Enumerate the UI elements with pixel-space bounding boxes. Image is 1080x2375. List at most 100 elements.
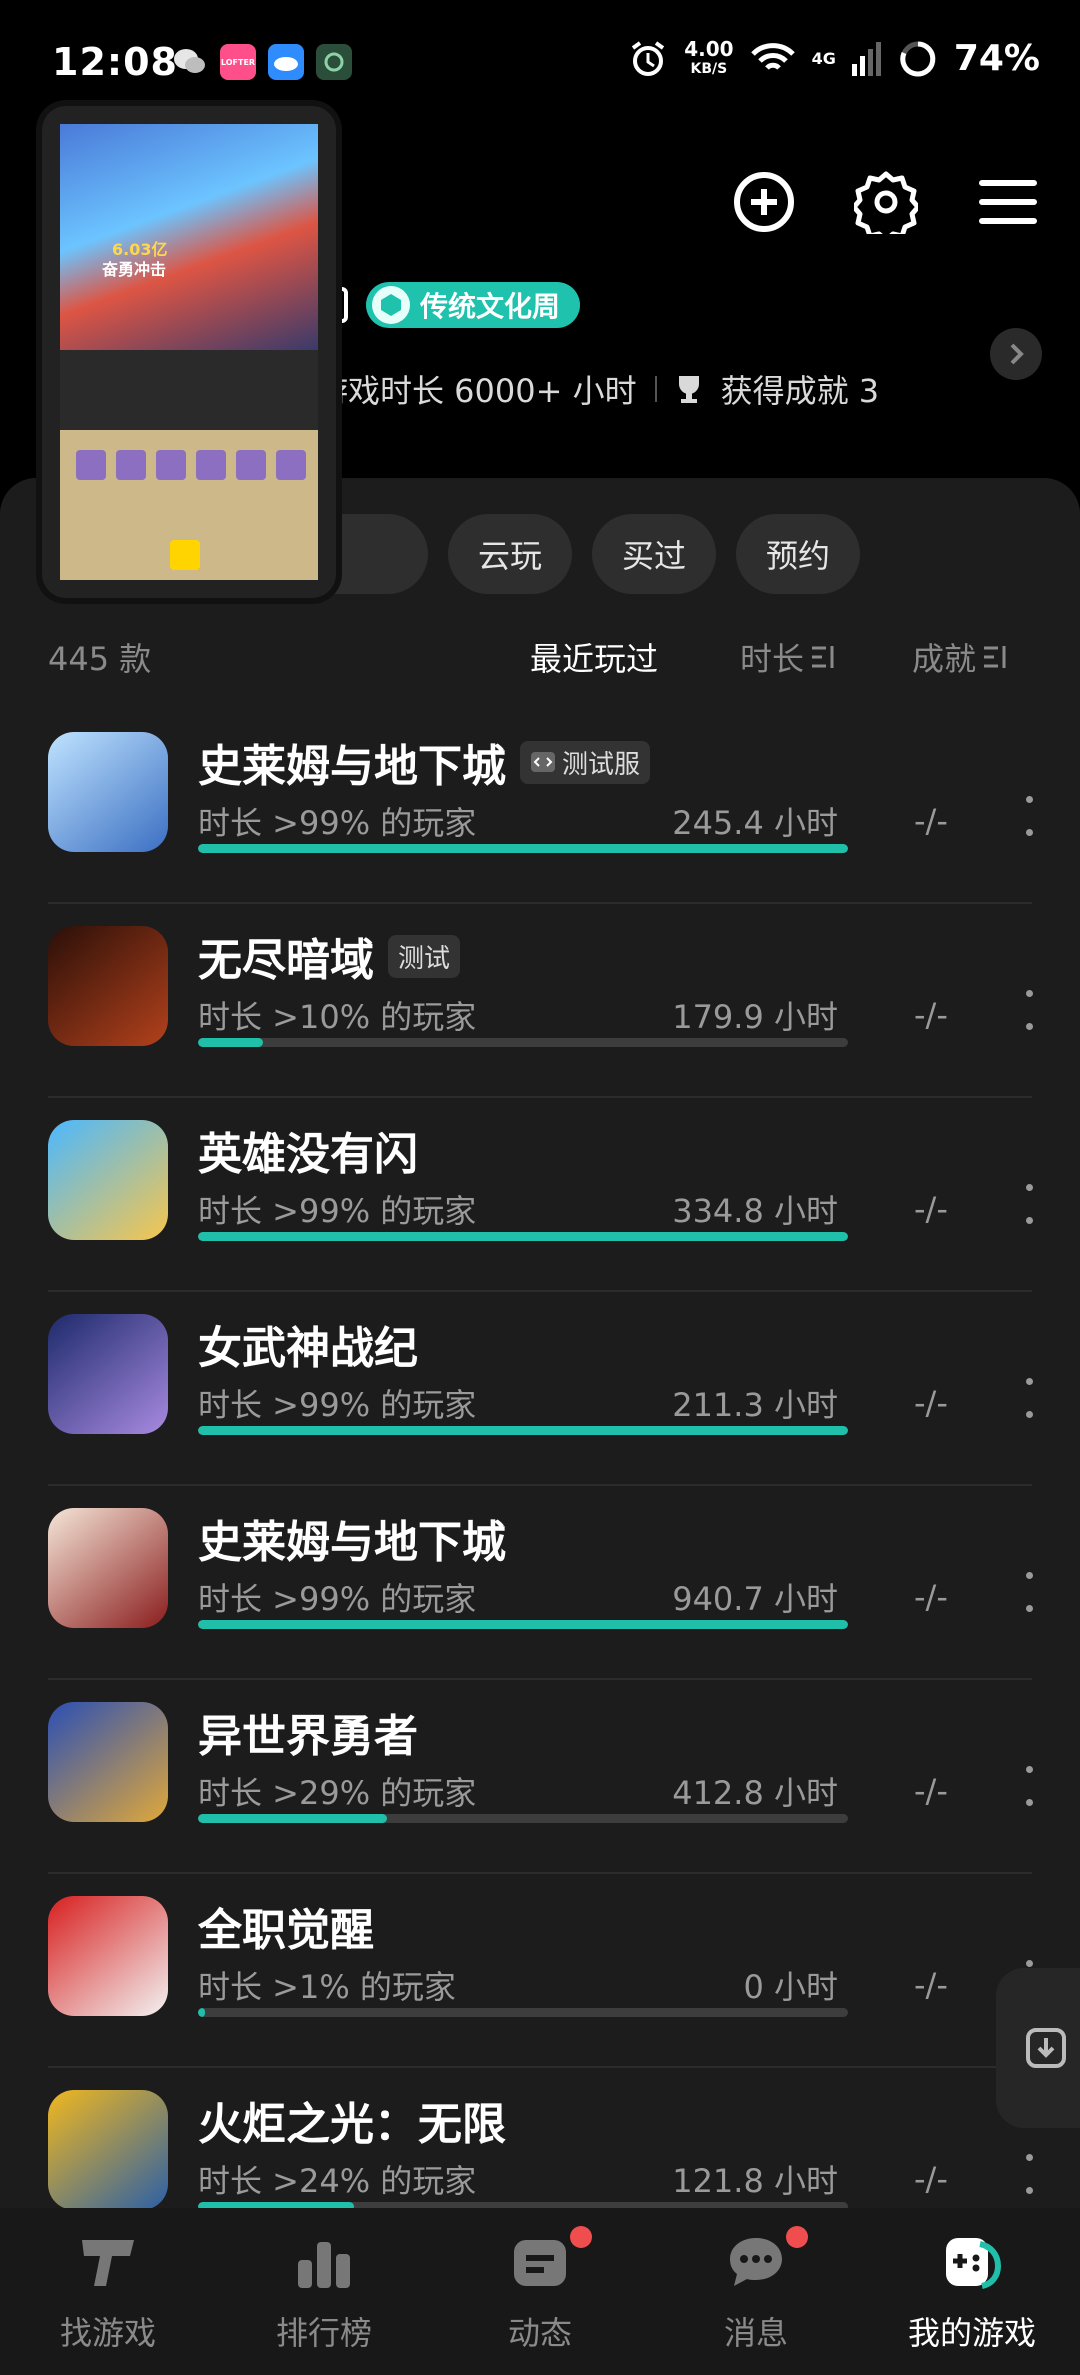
chevron-right-icon [1010, 343, 1024, 365]
game-row[interactable]: 英雄没有闪 时长 >99% 的玩家 334.8 小时 -/- [48, 1098, 1034, 1292]
nav-messages[interactable]: 消息 [648, 2208, 864, 2375]
achievement-progress: -/- [914, 2160, 948, 2198]
culture-badge-label: 传统文化周 [420, 290, 561, 323]
game-icon[interactable] [48, 1896, 168, 2016]
game-row[interactable]: 女武神战纪 时长 >99% 的玩家 211.3 小时 -/- [48, 1292, 1034, 1486]
playtime-hours: 940.7 小时 [672, 1580, 838, 1618]
more-options-button[interactable] [1024, 990, 1034, 1030]
side-download-button[interactable] [996, 1968, 1080, 2128]
achievement-stat: 获得成就 3 [720, 372, 880, 410]
network-speed: 4.00 KB/S [684, 36, 734, 77]
settings-button[interactable] [854, 170, 918, 234]
playtime-rank: 时长 >29% 的玩家 [198, 1774, 477, 1812]
add-game-button[interactable] [732, 170, 796, 234]
pip-damage: 6.03亿 [112, 240, 168, 259]
game-row[interactable]: 史莱姆与地下城 测试服 时长 >99% 的玩家 245.4 小时 -/- [48, 710, 1034, 904]
header-actions [732, 170, 1040, 234]
culture-week-badge[interactable]: 传统文化周 [366, 282, 581, 328]
nav-find-games[interactable]: 找游戏 [0, 2208, 216, 2375]
filter-chip-cloud[interactable]: 云玩 [448, 514, 573, 594]
game-name: 史莱姆与地下城 [198, 1517, 506, 1568]
game-title-line: 女武神战纪 [198, 1312, 418, 1376]
stats-divider [654, 376, 657, 402]
achievement-progress: -/- [914, 1772, 948, 1810]
playtime-progress-fill [198, 844, 848, 853]
more-options-button[interactable] [1024, 1766, 1034, 1806]
game-icon[interactable] [48, 732, 168, 852]
nav-feed[interactable]: 动态 [432, 2208, 648, 2375]
achievement-progress: -/- [914, 1384, 948, 1422]
filter-chip-reserved[interactable]: 预约 [736, 514, 861, 594]
achievement-progress: -/- [914, 1190, 948, 1228]
game-icon[interactable] [48, 926, 168, 1046]
nav-rankings[interactable]: 排行榜 [216, 2208, 432, 2375]
nav-my-games[interactable]: 我的游戏 [864, 2208, 1080, 2375]
game-row[interactable]: 异世界勇者 时长 >29% 的玩家 412.8 小时 -/- [48, 1680, 1034, 1874]
nav-label: 我的游戏 [907, 2314, 1036, 2352]
playtime-hours: 334.8 小时 [672, 1192, 838, 1230]
playtime-hours: 211.3 小时 [672, 1386, 838, 1424]
sort-duration-button[interactable]: 时长 [740, 634, 838, 680]
game-name: 女武神战纪 [198, 1323, 418, 1374]
playtime-hours: 412.8 小时 [672, 1774, 838, 1812]
playtime-progress-bar [198, 1814, 848, 1823]
filter-chip-purchased[interactable]: 买过 [592, 514, 717, 594]
playtime-hours: 0 小时 [743, 1968, 838, 2006]
profile-detail-button[interactable] [990, 328, 1042, 380]
more-options-button[interactable] [1024, 1378, 1034, 1418]
achievement-progress: -/- [914, 802, 948, 840]
game-preview-hud [60, 350, 318, 430]
playtime-progress-bar [198, 2008, 848, 2017]
bottom-navigation: 找游戏 排行榜 动态 消息 我的游戏 [0, 2208, 1080, 2375]
game-icon[interactable] [48, 1702, 168, 1822]
playtime-progress-bar [198, 1232, 848, 1241]
game-tag: 测试服 [520, 740, 651, 784]
trophy-icon [678, 376, 699, 403]
more-options-button[interactable] [1024, 2154, 1034, 2194]
notification-dot [570, 2226, 592, 2248]
game-name: 全职觉醒 [198, 1905, 374, 1956]
wechat-icon [172, 44, 208, 80]
game-icon[interactable] [48, 1120, 168, 1240]
playtime-rank: 时长 >1% 的玩家 [198, 1968, 456, 2006]
playtime-progress-fill [198, 1232, 848, 1241]
nav-label: 找游戏 [59, 2314, 156, 2352]
nav-label: 排行榜 [275, 2314, 372, 2352]
profile-stats[interactable]: 游戏时长 6000+ 小时 获得成就 3 [316, 366, 879, 412]
ranking-icon [298, 2242, 350, 2288]
game-row[interactable]: 史莱姆与地下城 时长 >99% 的玩家 940.7 小时 -/- [48, 1486, 1034, 1680]
game-title-line: 异世界勇者 [198, 1700, 418, 1764]
more-options-button[interactable] [1024, 1572, 1034, 1612]
playtime-progress-bar [198, 1620, 848, 1629]
playtime-progress-fill [198, 1620, 848, 1629]
battery-level: 74% [953, 38, 1040, 79]
game-title-line: 英雄没有闪 [198, 1118, 418, 1182]
more-options-button[interactable] [1024, 1184, 1034, 1224]
game-name: 火炬之光：无限 [198, 2099, 506, 2150]
game-name: 史莱姆与地下城 [198, 741, 506, 792]
playtime-hours: 121.8 小时 [672, 2162, 838, 2200]
game-row[interactable]: 全职觉醒 时长 >1% 的玩家 0 小时 -/- [48, 1874, 1033, 2068]
menu-button[interactable] [976, 170, 1040, 234]
game-icon[interactable] [48, 1508, 168, 1628]
game-title-line: 全职觉醒 [198, 1894, 374, 1958]
playtime-progress-fill [198, 2008, 205, 2017]
game-row[interactable]: 无尽暗域 测试 时长 >10% 的玩家 179.9 小时 -/- [48, 904, 1034, 1098]
sort-achievement-button[interactable]: 成就 [912, 634, 1010, 680]
battery-icon [900, 41, 936, 76]
game-name: 英雄没有闪 [198, 1129, 418, 1180]
playtime-rank: 时长 >99% 的玩家 [198, 1192, 477, 1230]
game-icon[interactable] [48, 1314, 168, 1434]
sort-recent-button[interactable]: 最近玩过 [530, 634, 658, 680]
more-options-button[interactable] [1024, 796, 1034, 836]
find-games-icon [82, 2240, 134, 2286]
playtime-rank: 时长 >24% 的玩家 [198, 2162, 477, 2200]
weather-app-icon [268, 44, 304, 80]
sort-icon [812, 646, 834, 668]
playtime-hours: 179.9 小时 [672, 998, 838, 1036]
nav-label: 消息 [723, 2314, 788, 2352]
playtime-progress-fill [198, 1426, 848, 1435]
playtime-rank: 时长 >99% 的玩家 [198, 804, 477, 842]
game-icon[interactable] [48, 2090, 168, 2210]
floating-game-window[interactable]: 奋勇冲击 6.03亿 [42, 106, 336, 598]
